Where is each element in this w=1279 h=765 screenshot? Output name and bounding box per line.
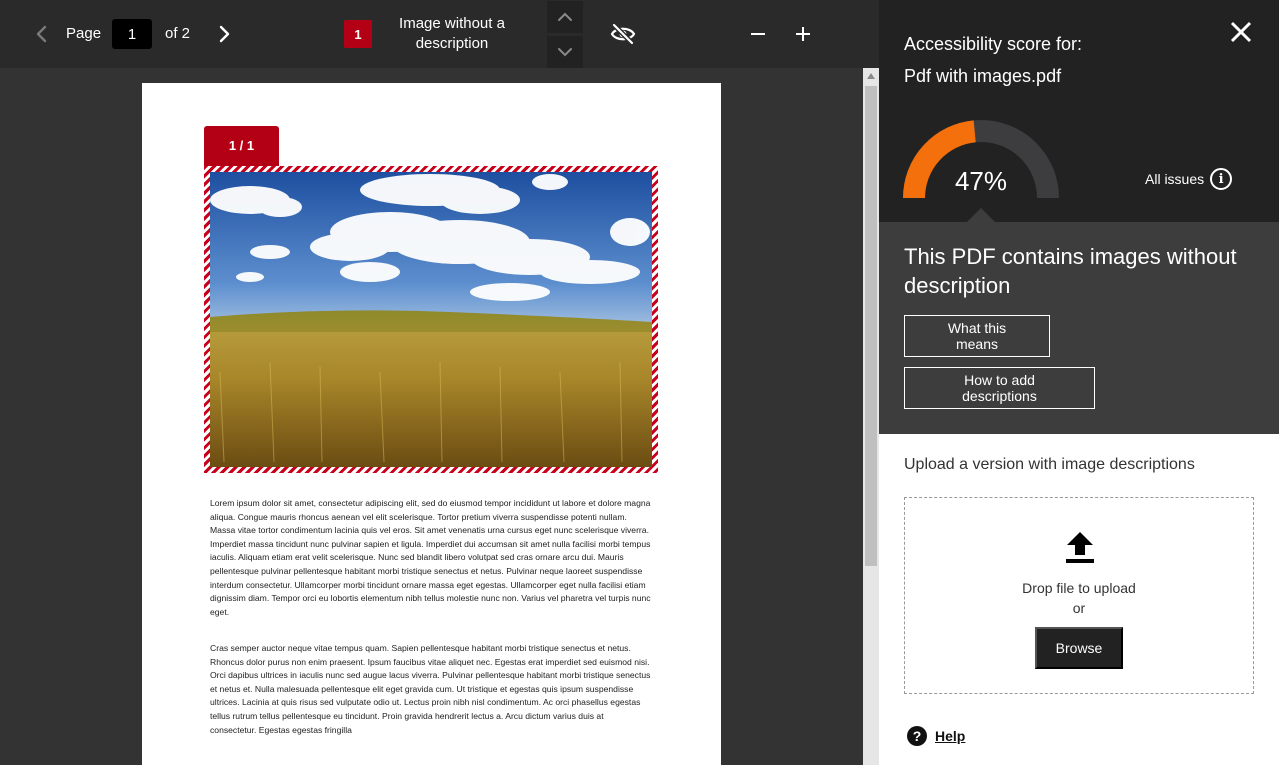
issue-heading: This PDF contains images without descrip…	[904, 244, 1237, 298]
document-scrollbar[interactable]	[863, 68, 879, 765]
zoom-out-button[interactable]	[744, 20, 772, 48]
viewer-toolbar: Page of 2 1 Image without a description	[0, 0, 879, 68]
page-number-input[interactable]	[112, 19, 152, 49]
scroll-up-arrow[interactable]	[863, 68, 879, 84]
body-paragraph: Lorem ipsum dolor sit amet, consectetur …	[210, 498, 651, 617]
issue-title: Image without a description	[399, 15, 505, 52]
next-page-button[interactable]	[212, 20, 238, 48]
chevron-up-icon	[558, 12, 572, 21]
chevron-right-icon	[219, 25, 230, 43]
pdf-page: 1 / 1 Lorem ipsum dolor sit amet, consec…	[142, 83, 721, 765]
help-link[interactable]: ? Help	[907, 726, 965, 746]
issue-number-badge: 1	[344, 20, 372, 48]
section-pointer	[967, 208, 995, 222]
how-to-add-descriptions-button[interactable]: How to add descriptions	[904, 367, 1095, 409]
close-icon	[1230, 21, 1252, 43]
accessibility-panel: Accessibility score for: Pdf with images…	[879, 0, 1279, 765]
next-issue-button[interactable]	[547, 36, 583, 68]
help-label: Help	[935, 728, 966, 744]
score-title: Accessibility score for: Pdf with images…	[904, 28, 1204, 92]
page-count: of 2	[165, 25, 191, 42]
or-text: or	[1072, 600, 1086, 616]
chevron-down-icon	[558, 48, 572, 57]
score-title-line: Accessibility score for:	[904, 34, 1083, 54]
help-icon: ?	[907, 726, 927, 746]
toggle-highlight-button[interactable]	[609, 20, 637, 48]
zoom-in-button[interactable]	[789, 20, 817, 48]
issue-summary: This PDF contains images without descrip…	[879, 222, 1279, 434]
file-name: Pdf with images.pdf	[904, 66, 1062, 86]
what-this-means-button[interactable]: What this means	[904, 315, 1050, 357]
score-value: 47%	[954, 166, 1008, 196]
previous-issue-button[interactable]	[547, 1, 583, 33]
all-issues-label: All issues	[1145, 171, 1205, 187]
score-header: Accessibility score for: Pdf with images…	[879, 0, 1279, 222]
image-issue-tab[interactable]: 1 / 1	[204, 126, 279, 166]
upload-label: Upload a version with image descriptions	[904, 456, 1195, 473]
previous-page-button[interactable]	[28, 20, 54, 48]
triangle-up-icon	[867, 73, 875, 79]
page-label: Page	[66, 25, 102, 42]
eye-slash-icon	[610, 23, 636, 45]
plus-icon	[796, 27, 810, 41]
pdf-viewer: Page of 2 1 Image without a description	[0, 0, 879, 765]
browse-button[interactable]: Browse	[1035, 627, 1123, 669]
info-icon: i	[1210, 168, 1233, 190]
minus-icon	[751, 33, 765, 35]
upload-icon	[1066, 532, 1094, 563]
chevron-left-icon	[36, 25, 47, 43]
document-area: 1 / 1 Lorem ipsum dolor sit amet, consec…	[0, 68, 863, 765]
flagged-image-frame[interactable]	[204, 166, 658, 473]
scrollbar-thumb[interactable]	[865, 86, 877, 566]
all-issues-link[interactable]: All issues i	[1145, 168, 1233, 190]
close-panel-button[interactable]	[1227, 18, 1255, 46]
drop-file-text: Drop file to upload	[1022, 580, 1136, 596]
body-paragraph: Cras semper auctor neque vitae tempus qu…	[210, 643, 651, 735]
file-dropzone[interactable]: Drop file to upload or Browse	[904, 497, 1254, 694]
wheat-field-image	[210, 172, 652, 467]
